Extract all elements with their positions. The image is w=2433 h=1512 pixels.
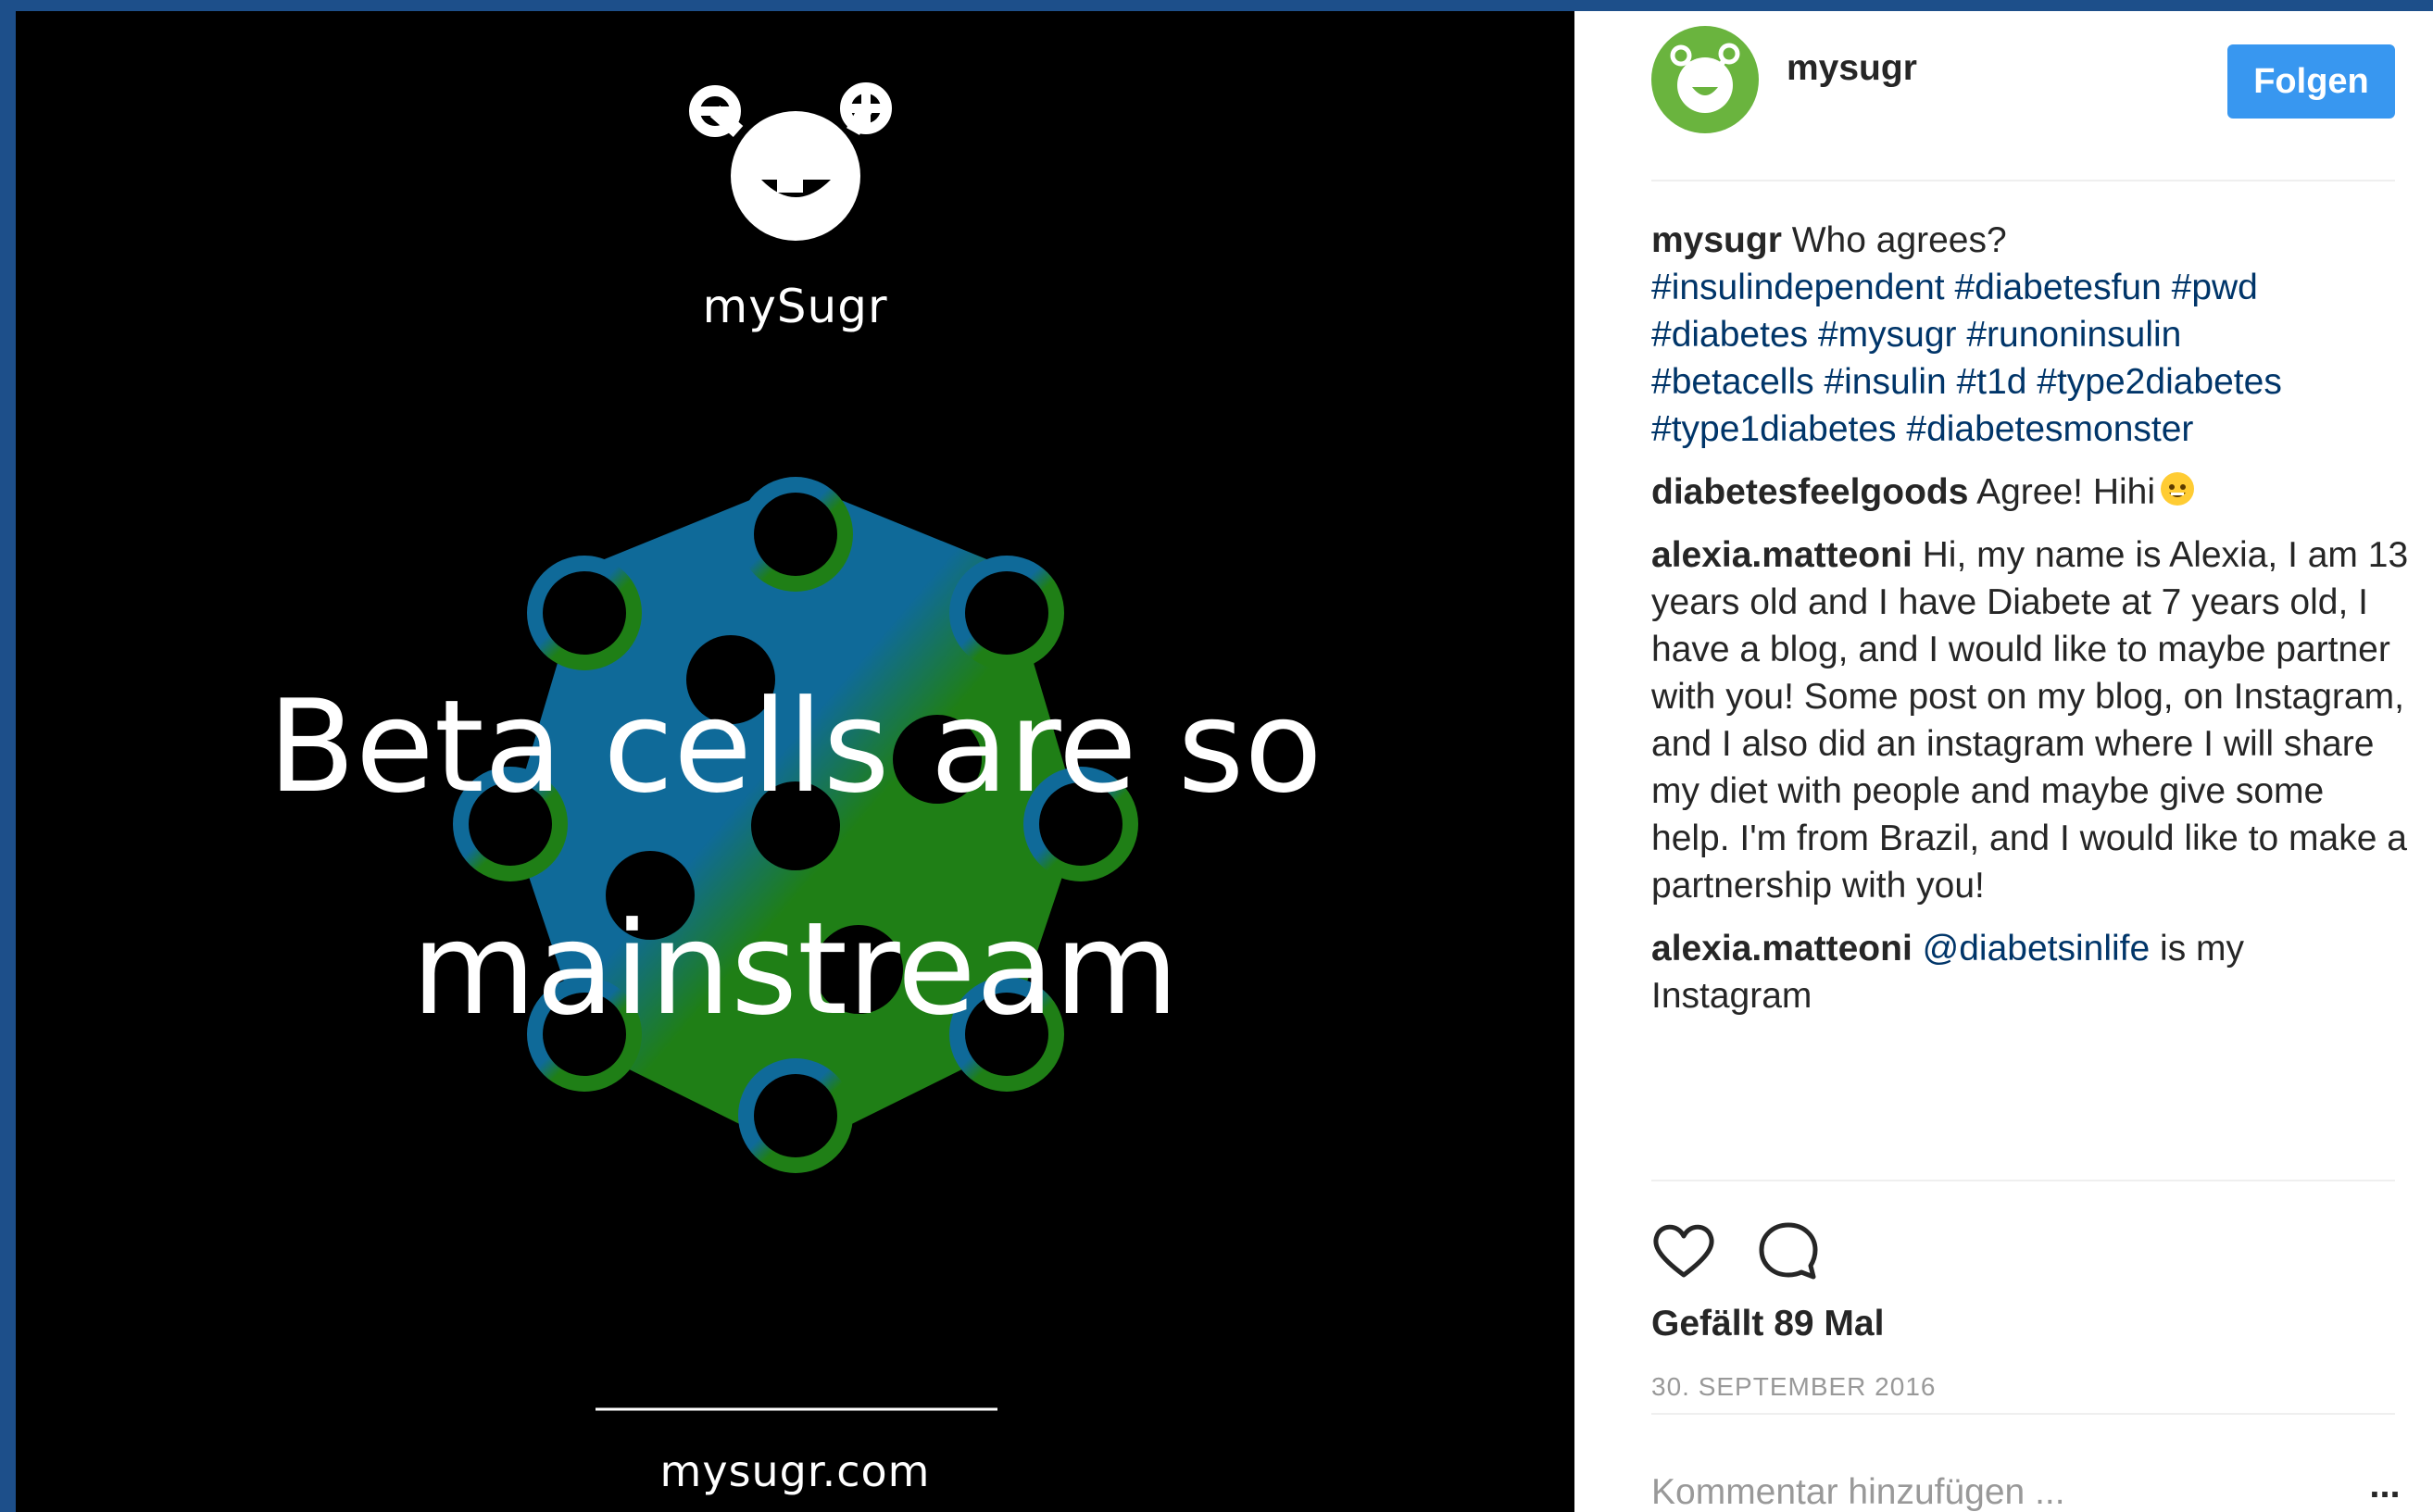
heart-icon[interactable]: [1651, 1219, 1716, 1284]
hashtags-line-4[interactable]: #type1diabetes #diabetesmonster: [1651, 409, 2193, 449]
post-date[interactable]: 30. SEPTEMBER 2016: [1651, 1372, 1936, 1402]
mysugr-avatar-icon: [1670, 43, 1740, 113]
comment-username[interactable]: alexia.matteoni: [1651, 929, 1913, 968]
speech-bubble-icon[interactable]: [1756, 1219, 1821, 1284]
headline-line-2: mainstream: [411, 894, 1179, 1043]
brand-name: mySugr: [702, 280, 888, 333]
caption-text: Who agrees?: [1781, 220, 2007, 260]
comment-username[interactable]: diabetesfeelgoods: [1651, 472, 1968, 512]
hashtags-line-3[interactable]: #betacells #insulin #t1d #type2diabetes: [1651, 362, 2282, 402]
caption-username[interactable]: mysugr: [1651, 220, 1782, 260]
comment-text: Hi, my name is Alexia, I am 13 years old…: [1651, 535, 2409, 906]
post-headline: Beta cells are so mainstream: [16, 636, 1574, 1081]
instagram-post-modal: mySugr Beta cells are so mainstream mysu…: [16, 11, 2433, 1512]
mysugr-logo-icon: [689, 82, 892, 241]
post-side-panel: mysugr Folgen mysugr Who agrees? #insuli…: [1574, 11, 2433, 1512]
grinning-emoji-icon: [2161, 472, 2195, 506]
comment-item: diabetesfeelgoods Agree! Hihi: [1651, 469, 2411, 516]
post-author-username[interactable]: mysugr: [1787, 48, 1917, 89]
follow-button[interactable]: Folgen: [2227, 44, 2395, 119]
footer-url: mysugr.com: [659, 1446, 931, 1496]
caption: mysugr Who agrees? #insulindependent #di…: [1651, 217, 2411, 453]
comment-username[interactable]: alexia.matteoni: [1651, 535, 1913, 575]
comments-list: mysugr Who agrees? #insulindependent #di…: [1651, 217, 2411, 1035]
comment-mention-link[interactable]: @diabetsinlife: [1923, 929, 2151, 968]
comment-item: alexia.matteoni @diabetsinlife is my Ins…: [1651, 925, 2411, 1019]
actions-divider: [1651, 1180, 2395, 1181]
comment-item: alexia.matteoni Hi, my name is Alexia, I…: [1651, 531, 2411, 909]
post-image[interactable]: mySugr Beta cells are so mainstream mysu…: [16, 11, 1574, 1512]
add-comment-input[interactable]: [1651, 1465, 2281, 1512]
header-divider: [1651, 180, 2395, 181]
avatar[interactable]: [1651, 26, 1759, 133]
headline-line-1: Beta cells are so: [268, 672, 1323, 821]
hashtags-line-2[interactable]: #diabetes #mysugr #runoninsulin: [1651, 315, 2181, 355]
comment-text: Agree! Hihi: [1968, 472, 2156, 512]
more-options-button[interactable]: ...: [2362, 1467, 2408, 1512]
likes-count[interactable]: Gefällt 89 Mal: [1651, 1304, 1884, 1344]
hashtags-line-1[interactable]: #insulindependent #diabetesfun #pwd: [1651, 268, 2258, 307]
comment-box-divider: [1651, 1413, 2395, 1415]
